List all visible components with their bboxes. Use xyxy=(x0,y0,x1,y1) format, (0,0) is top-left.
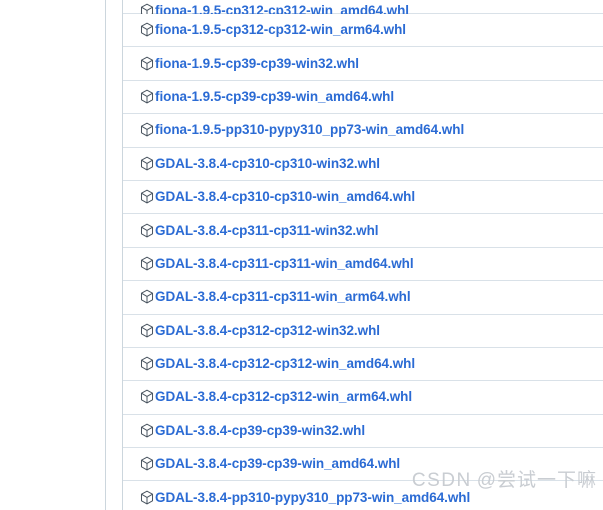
file-link[interactable]: GDAL-3.8.4-cp39-cp39-win_amd64.whl xyxy=(155,456,400,472)
package-cube-icon xyxy=(140,456,154,472)
package-file-list: fiona-1.9.5-cp312-cp312-win_amd64.whlfio… xyxy=(123,0,603,510)
file-row[interactable]: GDAL-3.8.4-cp310-cp310-win32.whl xyxy=(123,147,603,181)
file-row[interactable]: GDAL-3.8.4-pp310-pypy310_pp73-win_amd64.… xyxy=(123,481,603,510)
file-link[interactable]: GDAL-3.8.4-cp312-cp312-win_amd64.whl xyxy=(155,356,415,372)
package-cube-icon xyxy=(140,22,154,38)
file-link[interactable]: GDAL-3.8.4-cp311-cp311-win_arm64.whl xyxy=(155,289,411,305)
package-cube-icon xyxy=(140,223,154,239)
file-link[interactable]: fiona-1.9.5-pp310-pypy310_pp73-win_amd64… xyxy=(155,122,464,138)
file-link[interactable]: fiona-1.9.5-cp39-cp39-win32.whl xyxy=(155,56,359,72)
file-row[interactable]: fiona-1.9.5-cp312-cp312-win_arm64.whl xyxy=(123,14,603,48)
left-gutter xyxy=(0,0,105,510)
file-row[interactable]: fiona-1.9.5-cp39-cp39-win32.whl xyxy=(123,47,603,81)
file-row[interactable]: GDAL-3.8.4-cp312-cp312-win_amd64.whl xyxy=(123,347,603,382)
file-link[interactable]: GDAL-3.8.4-cp312-cp312-win_arm64.whl xyxy=(155,389,412,405)
package-cube-icon xyxy=(140,256,154,272)
file-row[interactable]: GDAL-3.8.4-cp312-cp312-win_arm64.whl xyxy=(123,381,603,415)
file-row[interactable]: GDAL-3.8.4-cp39-cp39-win_amd64.whl xyxy=(123,448,603,482)
file-row[interactable]: GDAL-3.8.4-cp39-cp39-win32.whl xyxy=(123,414,603,449)
file-link[interactable]: GDAL-3.8.4-cp310-cp310-win32.whl xyxy=(155,156,380,172)
package-cube-icon xyxy=(140,56,154,72)
file-link[interactable]: GDAL-3.8.4-cp312-cp312-win32.whl xyxy=(155,323,380,339)
file-row[interactable]: fiona-1.9.5-pp310-pypy310_pp73-win_amd64… xyxy=(123,114,603,148)
package-cube-icon xyxy=(140,89,154,105)
file-row[interactable]: GDAL-3.8.4-cp311-cp311-win_arm64.whl xyxy=(123,281,603,315)
package-cube-icon xyxy=(140,356,154,372)
file-row[interactable]: fiona-1.9.5-cp312-cp312-win_amd64.whl xyxy=(123,0,603,18)
file-row[interactable]: GDAL-3.8.4-cp311-cp311-win_amd64.whl xyxy=(123,247,603,282)
outer-vertical-rule xyxy=(105,0,106,510)
file-row[interactable]: fiona-1.9.5-cp39-cp39-win_amd64.whl xyxy=(123,80,603,115)
file-link[interactable]: GDAL-3.8.4-cp311-cp311-win_amd64.whl xyxy=(155,256,414,272)
package-cube-icon xyxy=(140,189,154,205)
file-link[interactable]: GDAL-3.8.4-cp311-cp311-win32.whl xyxy=(155,223,379,239)
file-row[interactable]: GDAL-3.8.4-cp310-cp310-win_amd64.whl xyxy=(123,180,603,215)
package-cube-icon xyxy=(140,156,154,172)
package-cube-icon xyxy=(140,423,154,439)
file-link[interactable]: GDAL-3.8.4-pp310-pypy310_pp73-win_amd64.… xyxy=(155,490,470,506)
file-row[interactable]: GDAL-3.8.4-cp312-cp312-win32.whl xyxy=(123,314,603,348)
file-link[interactable]: fiona-1.9.5-cp312-cp312-win_arm64.whl xyxy=(155,22,406,38)
package-cube-icon xyxy=(140,490,154,506)
package-cube-icon xyxy=(140,122,154,138)
package-cube-icon xyxy=(140,289,154,305)
package-cube-icon xyxy=(140,323,154,339)
package-cube-icon xyxy=(140,389,154,405)
file-link[interactable]: GDAL-3.8.4-cp39-cp39-win32.whl xyxy=(155,423,365,439)
file-link[interactable]: GDAL-3.8.4-cp310-cp310-win_amd64.whl xyxy=(155,189,415,205)
file-link[interactable]: fiona-1.9.5-cp39-cp39-win_amd64.whl xyxy=(155,89,394,105)
page-root: fiona-1.9.5-cp312-cp312-win_amd64.whlfio… xyxy=(0,0,603,510)
file-row[interactable]: GDAL-3.8.4-cp311-cp311-win32.whl xyxy=(123,214,603,248)
